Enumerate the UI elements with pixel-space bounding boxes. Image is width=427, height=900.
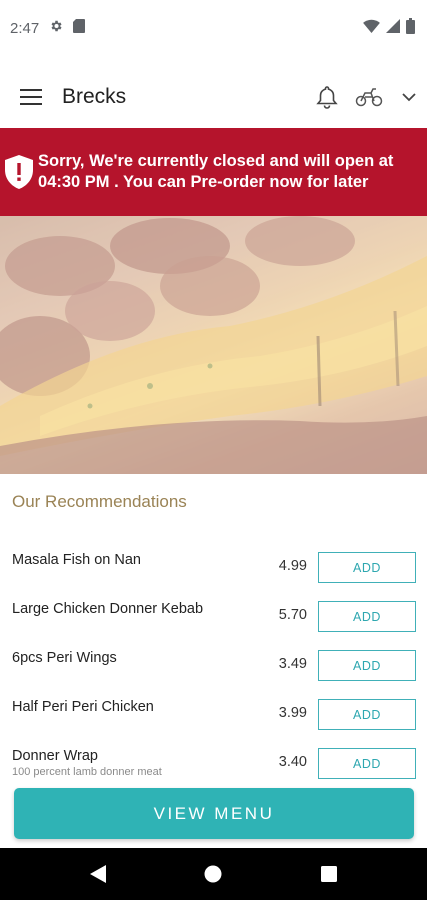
banner-message: Sorry, We're currently closed and will o… <box>38 152 394 191</box>
home-icon[interactable] <box>189 850 237 898</box>
wifi-icon <box>363 19 380 38</box>
app-actions <box>307 73 427 121</box>
status-time: 2:47 <box>10 19 40 37</box>
shield-alert-icon <box>5 155 33 189</box>
back-icon[interactable] <box>74 850 122 898</box>
recents-icon[interactable] <box>305 850 353 898</box>
system-nav-bar <box>0 848 427 900</box>
add-button[interactable]: ADD <box>318 650 416 681</box>
item-name: Masala Fish on Nan <box>12 552 141 568</box>
add-button[interactable]: ADD <box>318 699 416 730</box>
list-item: Donner Wrap 100 percent lamb donner meat… <box>0 744 427 784</box>
battery-icon <box>406 17 415 39</box>
list-item: Masala Fish on Nan 4.99 ADD <box>0 548 427 588</box>
list-item: Large Chicken Donner Kebab 5.70 ADD <box>0 597 427 637</box>
item-name: Half Peri Peri Chicken <box>12 699 154 715</box>
menu-icon[interactable] <box>0 66 62 128</box>
bell-icon[interactable] <box>307 73 347 121</box>
signal-icon <box>386 18 400 38</box>
status-right <box>363 17 415 39</box>
app-bar: Brecks <box>0 66 427 128</box>
sd-card-icon <box>73 18 86 38</box>
item-description: 100 percent lamb donner meat <box>12 766 162 778</box>
item-price: 5.70 <box>278 607 307 623</box>
gear-icon <box>49 19 63 38</box>
list-item: 6pcs Peri Wings 3.49 ADD <box>0 646 427 686</box>
app-title: Brecks <box>62 85 127 108</box>
item-price: 4.99 <box>278 558 307 574</box>
item-name: Donner Wrap <box>12 748 98 764</box>
item-name: Large Chicken Donner Kebab <box>12 601 204 617</box>
hero-food-image <box>0 216 427 474</box>
list-item: Half Peri Peri Chicken 3.99 ADD <box>0 695 427 735</box>
add-button[interactable]: ADD <box>318 601 416 632</box>
item-name: 6pcs Peri Wings <box>12 650 117 666</box>
banner-icon-wrap <box>0 155 38 189</box>
add-button[interactable]: ADD <box>318 552 416 583</box>
item-price: 3.49 <box>278 656 307 672</box>
chevron-down-icon[interactable] <box>391 73 427 121</box>
hero-veil <box>0 216 427 474</box>
recommendations-heading: Our Recommendations <box>12 492 187 511</box>
status-bar: 2:47 <box>0 0 427 56</box>
view-menu-button[interactable]: VIEW MENU <box>14 788 414 839</box>
item-price: 3.99 <box>278 705 307 721</box>
delivery-scooter-icon[interactable] <box>347 73 391 121</box>
status-left: 2:47 <box>10 18 86 38</box>
add-button[interactable]: ADD <box>318 748 416 779</box>
closed-banner: Sorry, We're currently closed and will o… <box>0 128 427 216</box>
item-price: 3.40 <box>278 754 307 770</box>
